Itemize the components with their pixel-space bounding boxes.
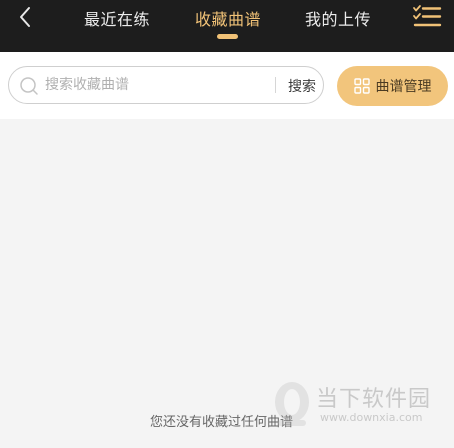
watermark-url: www.downxia.com bbox=[320, 411, 423, 424]
checklist-menu-button[interactable] bbox=[412, 4, 442, 30]
score-management-button[interactable]: 曲谱管理 bbox=[337, 66, 448, 106]
search-button[interactable]: 搜索 bbox=[288, 76, 316, 96]
tab-favorite-scores[interactable]: 收藏曲谱 bbox=[195, 6, 261, 30]
checklist-icon bbox=[413, 5, 442, 27]
back-button[interactable] bbox=[12, 4, 38, 30]
top-navigation-bar: 最近在练 收藏曲谱 我的上传 bbox=[0, 0, 454, 52]
watermark: 当下软件园 www.downxia.com bbox=[272, 380, 442, 428]
search-divider bbox=[275, 77, 276, 93]
tab-recent-practice[interactable]: 最近在练 bbox=[84, 6, 150, 30]
chevron-left-icon bbox=[20, 7, 30, 27]
watermark-logo bbox=[275, 382, 309, 426]
search-field[interactable]: 搜索 bbox=[8, 66, 324, 104]
watermark-title: 当下软件园 bbox=[316, 387, 432, 412]
grid-icon bbox=[353, 78, 370, 94]
search-input[interactable] bbox=[45, 67, 270, 102]
active-tab-indicator bbox=[217, 34, 238, 39]
tab-my-uploads[interactable]: 我的上传 bbox=[305, 6, 371, 30]
score-management-label: 曲谱管理 bbox=[375, 79, 432, 95]
search-bar-area: 搜索 曲谱管理 bbox=[0, 52, 454, 119]
search-icon bbox=[20, 77, 38, 95]
